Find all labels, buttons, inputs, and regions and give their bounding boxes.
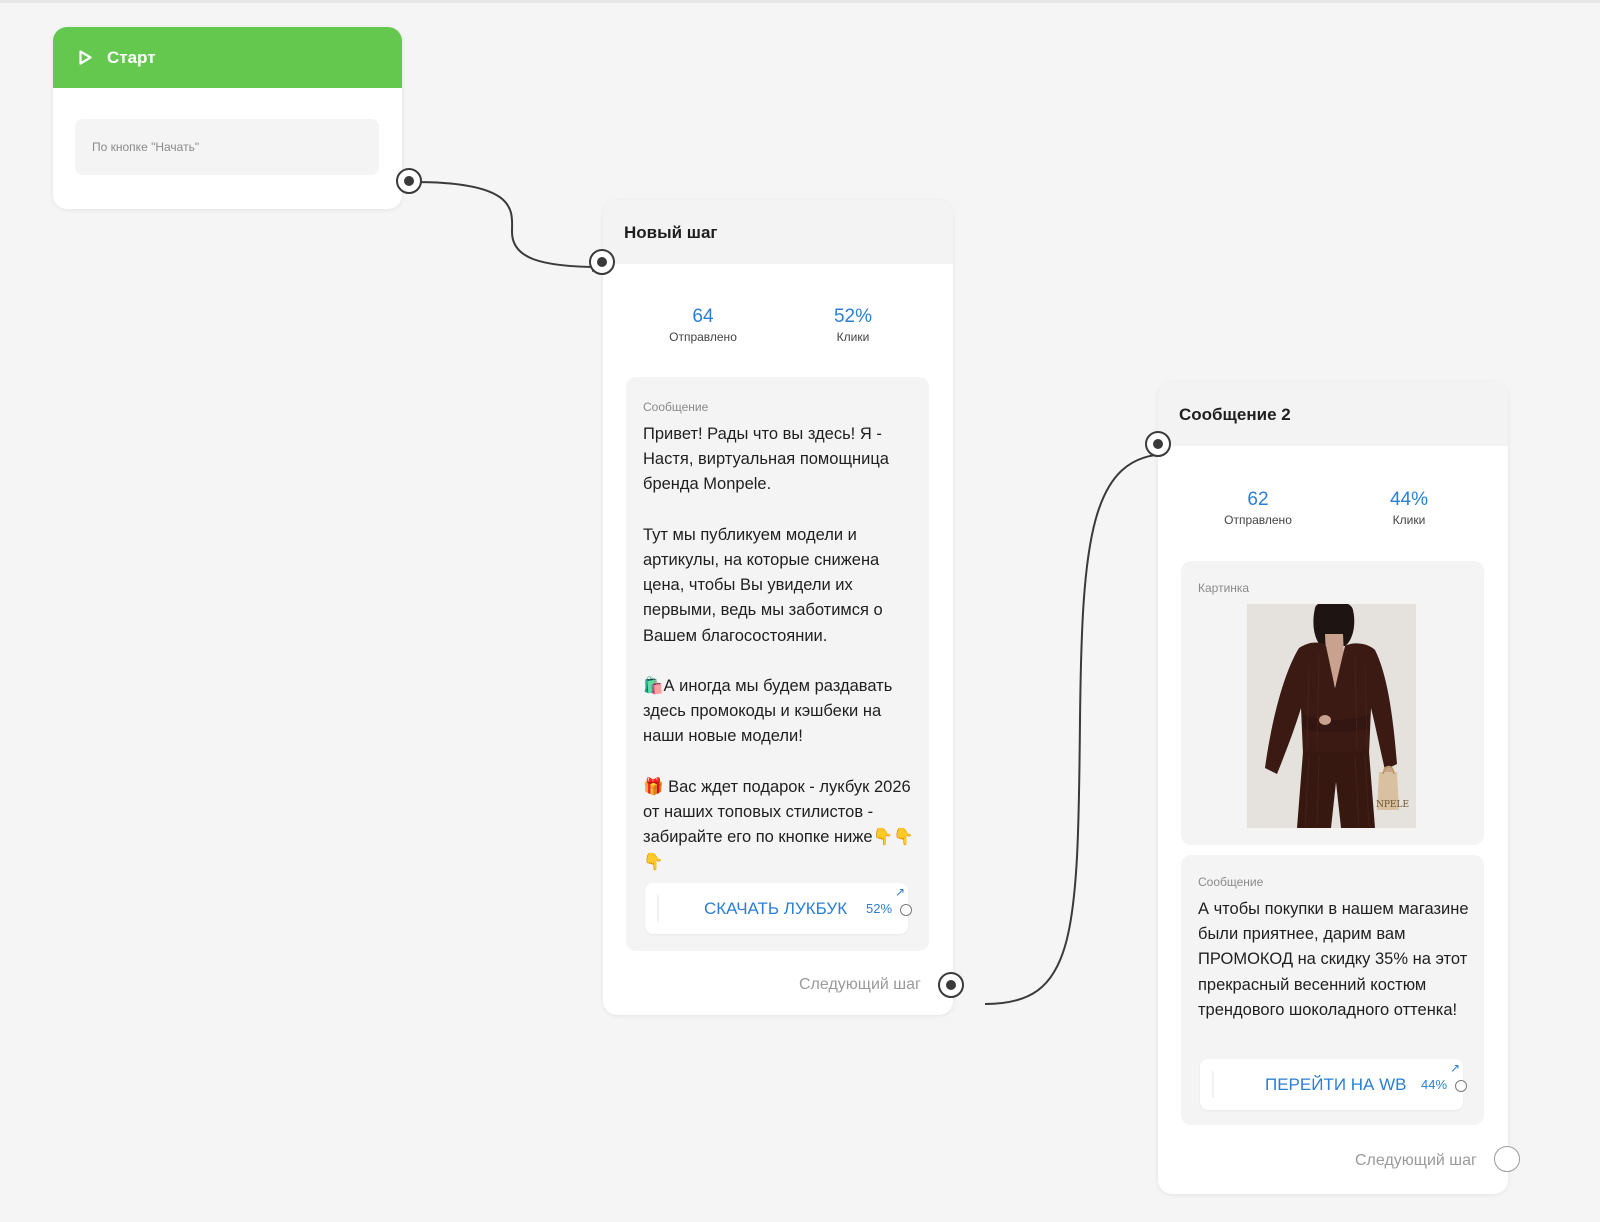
button-drag-handle[interactable]	[657, 895, 659, 922]
stat-clicks-label: Клики	[1392, 513, 1426, 527]
download-lookbook-button[interactable]: СКАЧАТЬ ЛУКБУК 52% ↗	[645, 883, 908, 934]
step-stats: 62 Отправлено 44% Клики	[1158, 489, 1508, 533]
start-trigger[interactable]: По кнопке "Начать"	[75, 119, 379, 175]
arrow-up-right-icon: ↗	[1450, 1061, 1461, 1075]
message-paragraph: 🎁 Вас ждет подарок - лукбук 2026 от наши…	[643, 777, 914, 872]
next-step-label: Следующий шаг	[1355, 1152, 1477, 1169]
stat-sent: 62 Отправлено	[1198, 489, 1318, 527]
message-paragraph: 🛍️А иногда мы будем раздавать здесь пром…	[643, 677, 893, 746]
stat-clicks-value: 52%	[833, 306, 873, 327]
stat-sent: 64 Отправлено	[643, 306, 763, 344]
stat-sent-value: 64	[692, 306, 714, 327]
start-title: Старт	[107, 47, 156, 67]
message-block-label: Сообщение	[643, 400, 709, 414]
message-paragraph: Тут мы публикуем модели и артикулы, на к…	[643, 525, 883, 645]
button-drag-handle[interactable]	[1212, 1071, 1214, 1098]
step2-next-output-port[interactable]	[1494, 1146, 1520, 1172]
step-title: Новый шаг	[603, 200, 953, 264]
message-block[interactable]: Сообщение Привет! Рады что вы здесь! Я -…	[626, 377, 929, 951]
step-title: Сообщение 2	[1158, 382, 1508, 446]
stat-clicks-label: Клики	[836, 330, 870, 344]
edge-start-to-step1[interactable]	[413, 181, 602, 272]
button-click-percent: 44%	[1421, 1077, 1448, 1092]
message-paragraph: Привет! Рады что вы здесь! Я - Настя, ви…	[643, 425, 889, 494]
go-to-wb-button[interactable]: ПЕРЕЙТИ НА WB 44% ↗	[1200, 1059, 1463, 1110]
step2-input-port[interactable]	[1145, 431, 1171, 457]
stat-clicks: 44% Клики	[1349, 489, 1469, 527]
button-output-port[interactable]	[900, 904, 912, 916]
start-node[interactable]: Старт По кнопке "Начать"	[53, 27, 402, 209]
next-step-label: Следующий шаг	[799, 976, 921, 993]
image-block-label: Картинка	[1198, 581, 1250, 595]
product-image: NPELE	[1247, 604, 1416, 828]
step-node-message-2[interactable]: Сообщение 2 62 Отправлено 44% Клики Карт…	[1158, 382, 1508, 1194]
step1-next-output-port[interactable]	[938, 972, 964, 998]
stat-sent-label: Отправлено	[1224, 513, 1292, 527]
button-label: СКАЧАТЬ ЛУКБУК	[704, 899, 848, 918]
message-block-label: Сообщение	[1198, 875, 1264, 889]
stat-clicks: 52% Клики	[793, 306, 913, 344]
step-stats: 64 Отправлено 52% Клики	[603, 306, 953, 350]
message-text: А чтобы покупки в нашем магазине были пр…	[1198, 897, 1473, 1023]
stat-sent-value: 62	[1247, 489, 1269, 510]
bag-watermark: NPELE	[1376, 800, 1409, 810]
message-text: Привет! Рады что вы здесь! Я - Настя, ви…	[643, 422, 915, 876]
start-header: Старт	[53, 27, 402, 88]
step1-input-port[interactable]	[589, 249, 615, 275]
message-paragraph: А чтобы покупки в нашем магазине были пр…	[1198, 900, 1469, 1019]
step-node-new-step[interactable]: Новый шаг 64 Отправлено 52% Клики Сообще…	[603, 200, 953, 1015]
stat-sent-label: Отправлено	[669, 330, 737, 344]
image-block[interactable]: Картинка NPELE	[1181, 561, 1484, 845]
message-block[interactable]: Сообщение А чтобы покупки в нашем магази…	[1181, 855, 1484, 1125]
stat-clicks-value: 44%	[1389, 489, 1429, 510]
arrow-up-right-icon: ↗	[895, 885, 906, 899]
play-icon	[79, 50, 92, 65]
button-click-percent: 52%	[866, 901, 893, 916]
button-output-port[interactable]	[1455, 1080, 1467, 1092]
edge-step1-to-step2[interactable]	[984, 449, 1170, 1005]
start-output-port[interactable]	[396, 168, 422, 194]
button-label: ПЕРЕЙТИ НА WB	[1265, 1075, 1407, 1094]
